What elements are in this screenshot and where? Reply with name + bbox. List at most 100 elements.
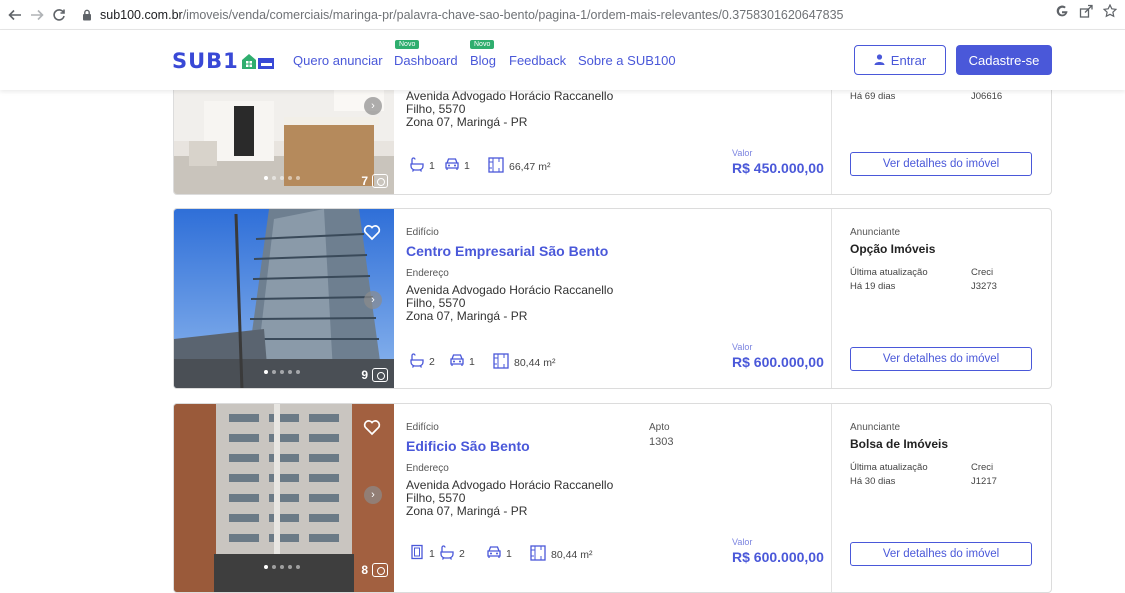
nav-blog[interactable]: Blog <box>470 53 496 68</box>
price: R$ 600.000,00 <box>732 354 824 370</box>
login-button[interactable]: Entrar <box>854 45 946 75</box>
nav-feedback[interactable]: Feedback <box>509 53 566 68</box>
creci-value: J1217 <box>971 476 997 487</box>
favorite-heart-icon[interactable] <box>361 416 383 438</box>
bathroom-feature: 2 <box>439 544 465 563</box>
nav-quero-anunciar[interactable]: Quero anunciar <box>293 53 383 68</box>
parking-feature: 1 <box>486 544 512 563</box>
url-path: /imoveis/venda/comerciais/maringa-pr/pal… <box>182 7 844 22</box>
area-feature: 80,44 m² <box>492 352 555 373</box>
area-feature: 66,47 m² <box>487 156 550 177</box>
url-host: sub100.com.br <box>100 7 183 22</box>
listing-title[interactable]: Centro Empresarial São Bento <box>406 243 613 259</box>
parking-feature: 1 <box>449 352 475 371</box>
back-icon[interactable] <box>4 4 26 26</box>
signup-button[interactable]: Cadastre-se <box>956 45 1052 75</box>
car-icon <box>449 352 465 371</box>
address-bar[interactable]: sub100.com.br/imoveis/venda/comerciais/m… <box>80 3 1080 27</box>
photo-pagination <box>264 565 300 569</box>
creci-value: J06616 <box>971 91 1003 102</box>
bathroom-feature: 2 <box>409 352 435 371</box>
address-label: Endereço <box>406 463 449 474</box>
view-details-button[interactable]: Ver detalhes do imóvel <box>850 347 1032 371</box>
door-icon <box>409 544 425 563</box>
camera-icon <box>372 368 388 382</box>
logo-text: SUB1 <box>172 49 239 73</box>
price: R$ 450.000,00 <box>732 160 824 176</box>
forward-icon[interactable] <box>26 4 48 26</box>
site-header: SUB1 Quero anunciar Novo Dashboard Novo … <box>0 30 1125 90</box>
next-photo-button[interactable]: › <box>364 291 382 309</box>
favorite-heart-icon[interactable] <box>361 221 383 243</box>
reload-icon[interactable] <box>48 4 70 26</box>
advertiser-label: Anunciante <box>850 422 901 433</box>
share-icon[interactable] <box>1079 4 1093 21</box>
advertiser-name: Opção Imóveis <box>850 242 936 256</box>
listing-card: › 8 Edifício Edificio São Bento Endereço… <box>173 403 1052 593</box>
view-details-button[interactable]: Ver detalhes do imóvel <box>850 542 1032 566</box>
bathtub-icon <box>409 156 425 175</box>
last-update-value: Há 19 dias <box>850 281 896 292</box>
photo-count: 7 <box>361 174 388 188</box>
property-type: Edifício <box>406 227 439 238</box>
bathtub-icon <box>439 544 455 563</box>
address-line: Zona 07, Maringá - PR <box>406 504 528 518</box>
sub100-logo[interactable]: SUB1 <box>172 49 275 73</box>
car-icon <box>486 544 502 563</box>
nav-sobre[interactable]: Sobre a SUB100 <box>578 53 676 68</box>
photo-count: 9 <box>361 368 388 382</box>
bathroom-feature: 1 <box>409 156 435 175</box>
address-label: Endereço <box>406 268 449 279</box>
photo-pagination <box>264 176 300 180</box>
camera-icon <box>372 563 388 577</box>
nav-dashboard-badge: Novo <box>395 40 420 49</box>
listing-photo[interactable]: › 9 <box>174 209 394 388</box>
nav-blog-badge: Novo <box>470 40 495 49</box>
last-update-value: Há 69 dias <box>850 91 896 102</box>
star-icon[interactable] <box>1102 3 1118 21</box>
car-icon <box>444 156 460 175</box>
area-feature: 80,44 m² <box>529 544 592 565</box>
advertiser-name: Bolsa de Imóveis <box>850 437 949 451</box>
login-label: Entrar <box>890 52 927 68</box>
last-update-label: Última atualização <box>850 267 928 278</box>
creci-value: J3273 <box>971 281 997 292</box>
room-feature: 1 <box>409 544 435 563</box>
camera-icon <box>372 174 388 188</box>
view-details-button[interactable]: Ver detalhes do imóvel <box>850 152 1032 176</box>
next-photo-button[interactable]: › <box>364 97 382 115</box>
price: R$ 600.000,00 <box>732 549 824 565</box>
area-icon <box>529 544 547 565</box>
bathtub-icon <box>409 352 425 371</box>
google-icon[interactable] <box>1055 4 1069 21</box>
area-icon <box>487 156 505 177</box>
property-type: Edifício <box>406 422 439 433</box>
advertiser-panel: Anunciante Opção Imóveis Última atualiza… <box>831 209 1051 388</box>
listing-title[interactable]: Edificio São Bento <box>406 438 613 454</box>
price-label: Valor <box>732 148 753 158</box>
price-label: Valor <box>732 537 753 547</box>
photo-pagination <box>264 370 300 374</box>
advertiser-panel: Anunciante Bolsa de Imóveis Última atual… <box>831 404 1051 592</box>
photo-count: 8 <box>361 563 388 577</box>
price-label: Valor <box>732 342 753 352</box>
creci-label: Creci <box>971 462 994 473</box>
browser-toolbar: sub100.com.br/imoveis/venda/comerciais/m… <box>0 0 1125 30</box>
listing-photo[interactable]: › 8 <box>174 404 394 592</box>
creci-label: Creci <box>971 267 994 278</box>
next-photo-button[interactable]: › <box>364 486 382 504</box>
listing-card: › 9 Edifício Centro Empresarial São Bent… <box>173 208 1052 389</box>
advertiser-label: Anunciante <box>850 227 901 238</box>
address-line: Zona 07, Maringá - PR <box>406 309 528 323</box>
parking-feature: 1 <box>444 156 470 175</box>
nav-dashboard[interactable]: Dashboard <box>394 53 458 68</box>
lock-icon <box>80 8 94 22</box>
user-icon <box>874 53 885 68</box>
area-icon <box>492 352 510 373</box>
last-update-value: Há 30 dias <box>850 476 896 487</box>
apto-value: 1303 <box>649 436 674 448</box>
last-update-label: Última atualização <box>850 462 928 473</box>
logo-house-icon <box>241 52 275 70</box>
address-line: Zona 07, Maringá - PR <box>406 115 528 129</box>
apto-label: Apto <box>649 422 670 433</box>
